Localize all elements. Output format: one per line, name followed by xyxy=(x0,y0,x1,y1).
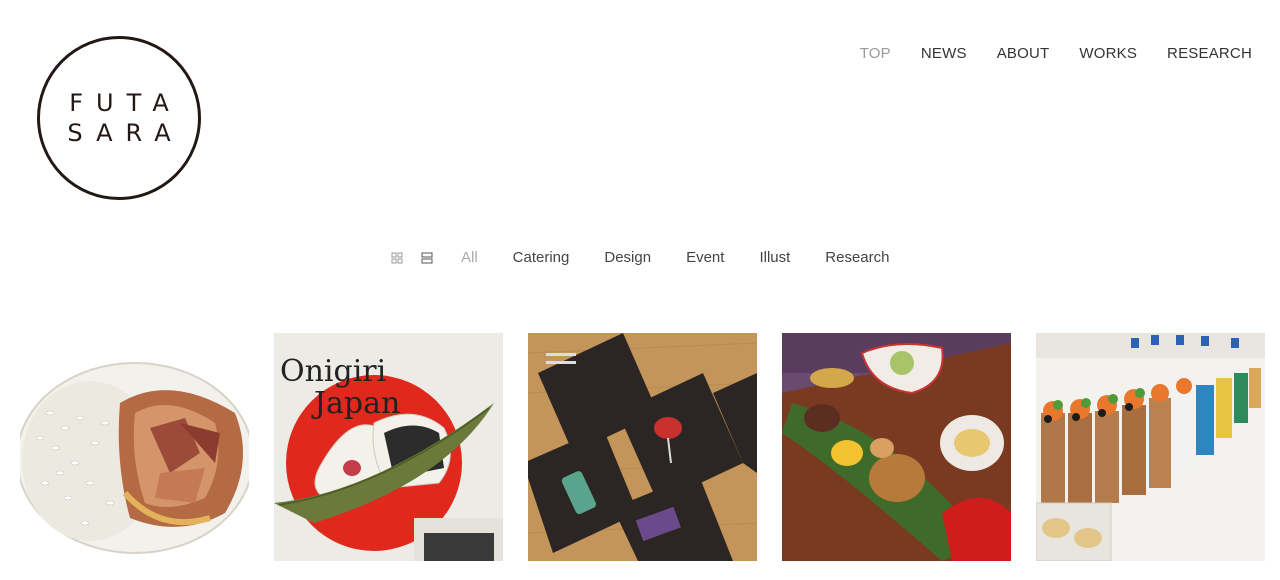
catering-cups-image xyxy=(1036,333,1265,561)
nav-about[interactable]: ABOUT xyxy=(997,45,1050,62)
book-title-line-1: Onigiri xyxy=(280,354,386,389)
catering-cups-tile[interactable] xyxy=(1036,333,1265,561)
logo-line-2: SARA xyxy=(67,119,184,147)
onigiri-japan-image: Onigiri Japan xyxy=(274,333,503,561)
filter-catering[interactable]: Catering xyxy=(513,249,570,266)
japanese-plate-image xyxy=(782,333,1011,561)
curry-illustration-tile[interactable] xyxy=(20,333,249,561)
filter-design[interactable]: Design xyxy=(604,249,651,266)
filter-all[interactable]: All xyxy=(461,249,478,266)
main-nav: TOP NEWS ABOUT WORKS RESEARCH xyxy=(860,45,1252,62)
logo-line-1: FUTA xyxy=(69,89,182,117)
futasara-logo[interactable]: FUTA SARA xyxy=(37,36,201,200)
works-grid: Onigiri Japan xyxy=(20,333,1265,561)
filter-event[interactable]: Event xyxy=(686,249,724,266)
sake-cards-image xyxy=(528,333,757,561)
book-title-line-2: Japan xyxy=(311,386,400,421)
sake-cards-tile[interactable] xyxy=(528,333,757,561)
filter-illust[interactable]: Illust xyxy=(759,249,790,266)
list-view-icon[interactable] xyxy=(421,252,433,264)
filter-research[interactable]: Research xyxy=(825,249,889,266)
curry-illustration-image xyxy=(20,333,249,561)
japanese-plate-tile[interactable] xyxy=(782,333,1011,561)
nav-top[interactable]: TOP xyxy=(860,45,891,62)
grid-view-icon[interactable] xyxy=(391,252,403,264)
onigiri-japan-tile[interactable]: Onigiri Japan xyxy=(274,333,503,561)
nav-works[interactable]: WORKS xyxy=(1079,45,1137,62)
category-filters: All Catering Design Event Illust Researc… xyxy=(461,249,889,266)
nav-research[interactable]: RESEARCH xyxy=(1167,45,1252,62)
nav-news[interactable]: NEWS xyxy=(921,45,967,62)
filter-bar: All Catering Design Event Illust Researc… xyxy=(391,249,889,266)
